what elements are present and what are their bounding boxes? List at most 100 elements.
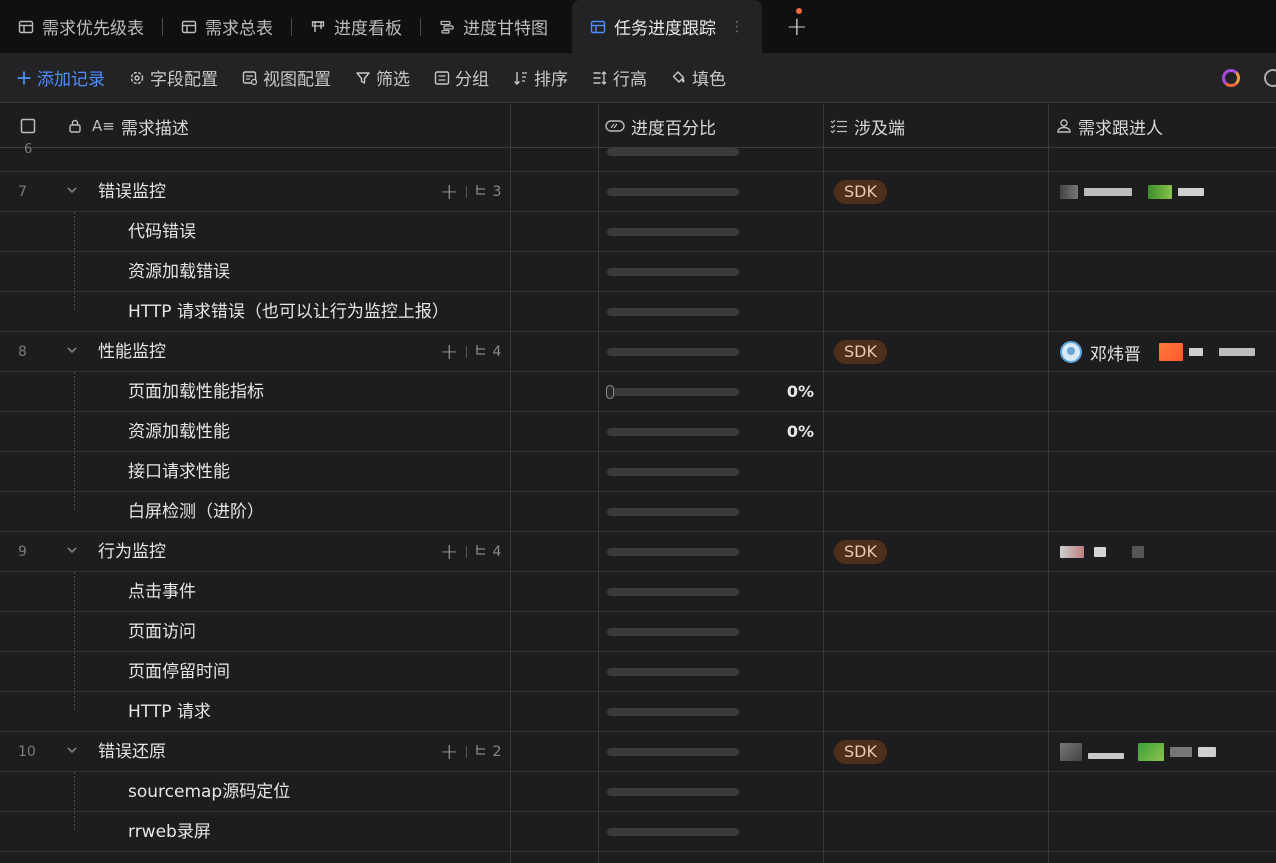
owner-cell[interactable] (1060, 732, 1222, 772)
history-icon[interactable] (1264, 69, 1276, 87)
chevron-down-icon[interactable] (66, 172, 78, 212)
table-row[interactable]: 白屏检测（进阶） (0, 492, 1276, 532)
progress-bar[interactable] (607, 508, 739, 516)
table-row[interactable]: 代码错误 (0, 212, 1276, 252)
progress-bar[interactable] (607, 348, 739, 356)
group-label: 分组 (455, 70, 489, 90)
record-title: 页面停留时间 (128, 662, 230, 682)
platform-tag[interactable]: SDK (834, 740, 887, 764)
row-height-button[interactable]: 行高 (592, 65, 647, 90)
table-row[interactable]: 7 错误监控 + 3 SDK (0, 172, 1276, 212)
view-config-button[interactable]: 视图配置 (242, 65, 331, 90)
table-row[interactable]: 9 行为监控 + 4 SDK (0, 532, 1276, 572)
table-row[interactable]: 接口请求性能 (0, 452, 1276, 492)
column-header-description[interactable]: A≡ 需求描述 (92, 104, 189, 148)
table-row[interactable]: 页面加载性能指标 0% (0, 372, 1276, 412)
table-row[interactable]: 资源加载错误 (0, 252, 1276, 292)
tab-label: 进度看板 (334, 19, 402, 39)
tab-progress-gantt[interactable]: 进度甘特图 (421, 0, 566, 53)
progress-bar[interactable] (607, 628, 739, 636)
platform-tag[interactable]: SDK (834, 180, 887, 204)
table-row[interactable]: 10 错误还原 + 2 SDK (0, 732, 1276, 772)
filter-button[interactable]: 筛选 (355, 65, 410, 90)
add-record-button[interactable]: 添加记录 (16, 65, 105, 90)
owner-cell[interactable] (1060, 532, 1150, 572)
table-row[interactable]: 页面停留时间 (0, 652, 1276, 692)
progress-percent: 0% (786, 382, 814, 401)
sort-button[interactable]: 排序 (513, 65, 568, 90)
progress-bar[interactable] (607, 308, 739, 316)
owner-cell[interactable] (1060, 172, 1210, 212)
tab-task-progress-tracking[interactable]: 任务进度跟踪 ⋮ (572, 0, 762, 53)
progress-bar[interactable] (607, 148, 739, 156)
platform-tag[interactable]: SDK (834, 540, 887, 564)
progress-bar[interactable] (607, 468, 739, 476)
tab-requirements-table[interactable]: 需求总表 (163, 0, 291, 53)
progress-handle[interactable] (606, 385, 614, 399)
ai-assistant-icon[interactable] (1222, 69, 1240, 87)
sort-label: 排序 (534, 70, 568, 90)
divider (466, 186, 468, 198)
redacted-avatar (1138, 743, 1164, 761)
progress-bar[interactable] (607, 428, 739, 436)
table-row[interactable]: rrweb录屏 (0, 812, 1276, 852)
add-subrecord-button[interactable]: + (440, 340, 458, 365)
table-row[interactable]: 页面访问 (0, 612, 1276, 652)
progress-bar[interactable] (607, 188, 739, 196)
filter-icon (355, 70, 371, 86)
chevron-down-icon[interactable] (66, 532, 78, 572)
subtask-icon (475, 344, 488, 361)
fill-color-button[interactable]: 填色 (671, 65, 726, 90)
table-icon (18, 19, 34, 35)
redacted-name (1170, 747, 1192, 757)
add-subrecord-button[interactable]: + (440, 740, 458, 765)
progress-bar[interactable] (607, 708, 739, 716)
multi-select-field-icon (830, 118, 848, 134)
group-icon (434, 70, 450, 86)
column-title: 进度百分比 (631, 118, 716, 139)
progress-bar[interactable] (607, 748, 739, 756)
platform-tag[interactable]: SDK (834, 340, 887, 364)
redacted-avatar (1060, 546, 1084, 558)
avatar (1060, 341, 1082, 363)
progress-bar[interactable] (607, 828, 739, 836)
owner-cell[interactable]: 邓炜晋 (1060, 332, 1261, 372)
add-view-button[interactable]: + (762, 0, 832, 53)
redacted-name (1084, 188, 1132, 196)
tree-guide-line (74, 572, 75, 712)
group-button[interactable]: 分组 (434, 65, 489, 90)
text-field-icon: A≡ (92, 117, 115, 135)
table-row[interactable]: 6 (0, 142, 1276, 172)
table-icon (590, 19, 606, 35)
tab-more-icon[interactable]: ⋮ (730, 19, 744, 35)
table-row[interactable]: HTTP 请求 (0, 692, 1276, 732)
table-row[interactable]: 资源加载性能 0% (0, 412, 1276, 452)
progress-bar[interactable] (607, 268, 739, 276)
column-header-owner[interactable]: 需求跟进人 (1056, 104, 1163, 148)
subtask-icon (475, 184, 488, 201)
add-subrecord-button[interactable]: + (440, 540, 458, 565)
progress-bar[interactable] (607, 548, 739, 556)
progress-bar[interactable] (607, 788, 739, 796)
tab-priority-table[interactable]: 需求优先级表 (0, 0, 162, 53)
field-config-button[interactable]: 字段配置 (129, 65, 218, 90)
table-row[interactable]: HTTP 请求错误（也可以让行为监控上报） (0, 292, 1276, 332)
add-subrecord-button[interactable]: + (440, 180, 458, 205)
progress-bar[interactable] (606, 385, 739, 399)
table-row[interactable]: 8 性能监控 + 4 SDK 邓炜晋 (0, 332, 1276, 372)
record-title: sourcemap源码定位 (128, 782, 291, 802)
redacted-name (1178, 188, 1204, 196)
plus-icon (16, 70, 32, 86)
table-row[interactable]: sourcemap源码定位 (0, 772, 1276, 812)
progress-bar[interactable] (607, 228, 739, 236)
column-header-progress[interactable]: 进度百分比 (605, 104, 716, 148)
progress-bar[interactable] (607, 668, 739, 676)
column-header-platform[interactable]: 涉及端 (830, 104, 905, 148)
table-row[interactable]: 点击事件 (0, 572, 1276, 612)
redacted-name (1088, 753, 1124, 759)
chevron-down-icon[interactable] (66, 332, 78, 372)
progress-bar[interactable] (607, 588, 739, 596)
tab-progress-kanban[interactable]: 进度看板 (292, 0, 420, 53)
record-title: rrweb录屏 (128, 822, 211, 842)
chevron-down-icon[interactable] (66, 732, 78, 772)
